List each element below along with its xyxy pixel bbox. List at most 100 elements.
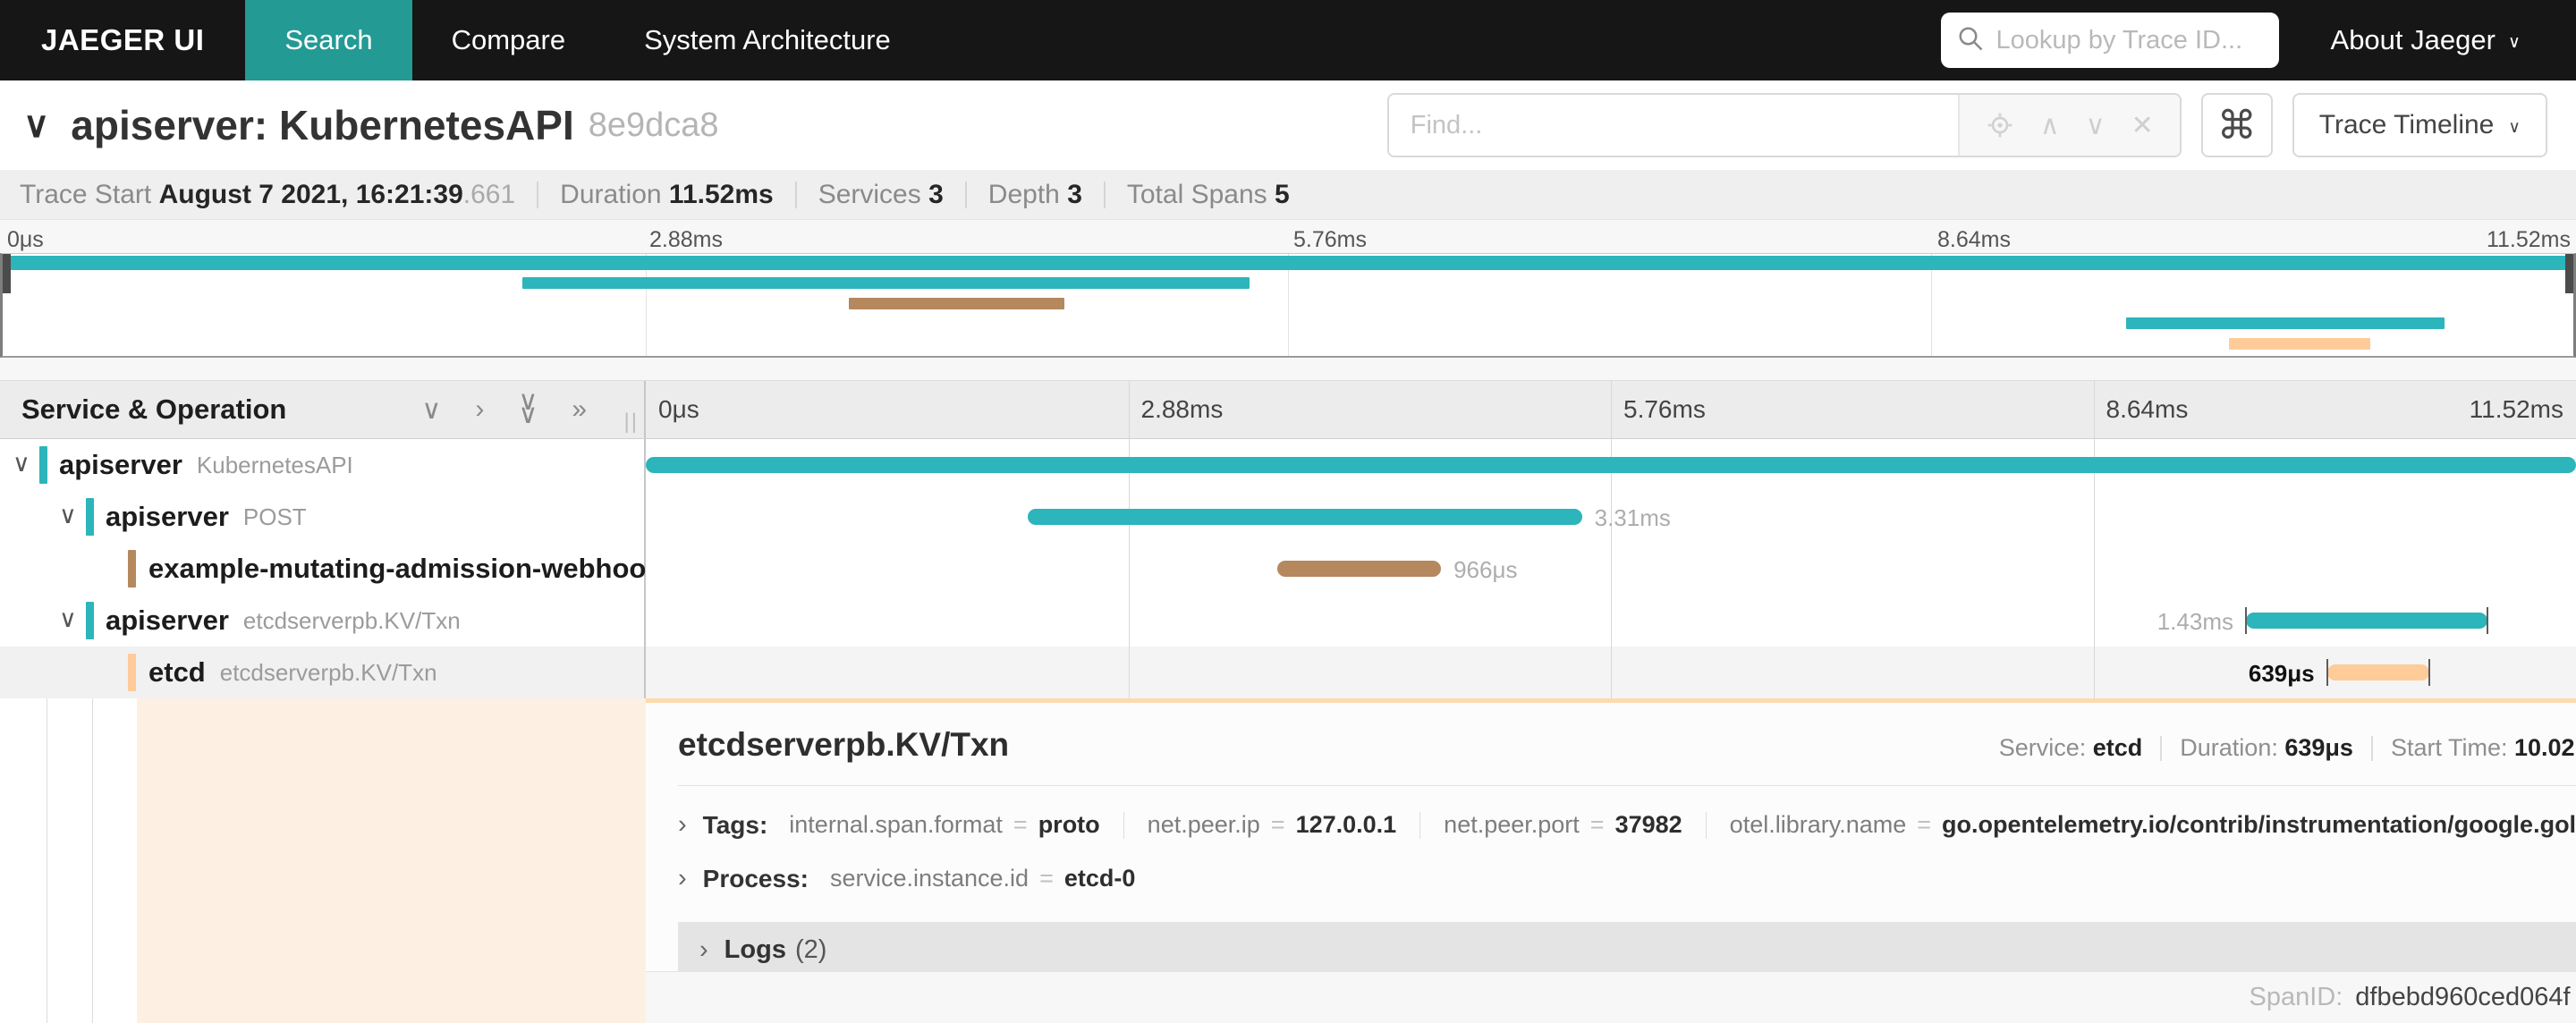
expand-one-icon[interactable]: › — [475, 394, 484, 425]
collapse-all-icon[interactable]: ∨ ∨ — [518, 388, 538, 428]
tag-item: net.peer.ip = 127.0.0.1 — [1148, 811, 1397, 839]
minimap-right-scrubber[interactable] — [2565, 254, 2573, 293]
trace-start-fraction: .661 — [462, 179, 516, 209]
span-name-cell[interactable]: ∨ apiserver KubernetesAPI — [0, 439, 646, 491]
depth-value: 3 — [1067, 179, 1082, 209]
span-bar[interactable] — [646, 457, 2576, 473]
span-duration-label: 639μs — [2248, 660, 2315, 687]
timeline-header-row: Service & Operation ∨ › ∨ ∨ » || 0μs 2.88… — [0, 380, 2576, 439]
minimap-tick: 8.64ms — [1937, 227, 2011, 252]
minimap-tick: 11.52ms — [2486, 227, 2571, 252]
selected-span-color-bar — [128, 698, 137, 1023]
span-bar[interactable] — [2326, 664, 2429, 681]
equals-sign: = — [1039, 865, 1054, 892]
span-color-marker — [128, 654, 136, 691]
trace-id: 8e9dca8 — [588, 106, 719, 144]
minimap-tick-labels: 0μs 2.88ms 5.76ms 8.64ms 11.52ms — [0, 220, 2576, 253]
span-row-etcd-txn-selected[interactable]: etcd etcdserverpb.KV/Txn 639μs — [0, 647, 2576, 698]
timeline-minimap: 0μs 2.88ms 5.76ms 8.64ms 11.52ms — [0, 220, 2576, 380]
chevron-right-icon: › — [699, 934, 708, 964]
find-clear-icon[interactable]: ✕ — [2131, 110, 2154, 141]
span-name-cell[interactable]: etcd etcdserverpb.KV/Txn — [0, 647, 646, 698]
span-name-cell[interactable]: example-mutating-admission-webhook... — [0, 543, 684, 595]
tag-value: go.opentelemetry.io/contrib/instrumentat… — [1942, 811, 2576, 838]
span-bar[interactable] — [2245, 613, 2487, 629]
trace-lookup-box[interactable] — [1940, 13, 2279, 68]
span-row-apiserver-etcd-txn[interactable]: ∨ apiserver etcdserverpb.KV/Txn 1.43ms — [0, 595, 2576, 647]
span-detail-footer: SpanID: dfbebd960ced064f — [646, 971, 2576, 1023]
ruler-tick: 0μs — [658, 395, 699, 423]
find-input[interactable] — [1388, 95, 1958, 156]
tag-value: 37982 — [1614, 811, 1682, 838]
span-duration-label: 3.31ms — [1594, 504, 1671, 531]
tags-accordion[interactable]: › Tags: internal.span.format = proto net… — [678, 810, 2576, 840]
divider — [2160, 735, 2163, 761]
divider — [964, 181, 967, 208]
logs-accordion[interactable]: › Logs (2) — [678, 922, 2576, 977]
trace-lookup-input[interactable] — [1996, 25, 2263, 55]
nav-item-search[interactable]: Search — [245, 0, 412, 80]
minimap-tick: 2.88ms — [649, 227, 723, 252]
span-bar-cell[interactable]: 639μs — [646, 647, 2576, 698]
minimap-span-bar — [848, 298, 1064, 309]
span-bar[interactable] — [1028, 509, 1582, 525]
nav-item-system-architecture[interactable]: System Architecture — [605, 0, 930, 80]
logs-count: (2) — [794, 934, 827, 964]
ruler-tick: 11.52ms — [2469, 395, 2563, 423]
trace-start-value: August 7 2021, 16:21:39 — [158, 179, 463, 209]
selected-span-tint — [137, 698, 646, 1023]
ruler-tick: 8.64ms — [2106, 395, 2189, 423]
depth-label: Depth — [987, 179, 1060, 209]
span-duration-label: 1.43ms — [2157, 608, 2233, 635]
span-name-cell[interactable]: ∨ apiserver POST — [0, 491, 646, 543]
span-bar-cell[interactable] — [646, 439, 2576, 491]
minimap-span-bar — [2228, 338, 2370, 350]
ruler-gridline — [1611, 381, 1612, 438]
tag-item: otel.library.name = go.opentelemetry.io/… — [1730, 811, 2576, 839]
trace-view-selector[interactable]: Trace Timeline ∨ — [2292, 93, 2547, 157]
collapse-children-icon[interactable]: ∨ — [59, 502, 77, 529]
expand-all-icon[interactable]: » — [572, 394, 587, 425]
span-bar-cell[interactable]: 3.31ms — [646, 491, 2576, 543]
minimap-canvas[interactable] — [0, 253, 2576, 358]
span-name-cell[interactable]: ∨ apiserver etcdserverpb.KV/Txn — [0, 595, 646, 647]
span-bar-cell[interactable]: 1.43ms — [646, 595, 2576, 647]
span-bar[interactable] — [1276, 561, 1442, 577]
keyboard-shortcuts-button[interactable]: ⌘ — [2200, 93, 2273, 157]
about-jaeger-menu[interactable]: About Jaeger ∨ — [2331, 0, 2521, 80]
divider — [678, 785, 2576, 786]
operation-name: POST — [242, 503, 307, 530]
minimap-left-scrubber[interactable] — [3, 254, 11, 293]
collapse-trace-icon[interactable]: ∨ — [23, 105, 49, 146]
span-bar-cell[interactable]: 966μs — [646, 543, 2576, 595]
duration-value: 11.52ms — [668, 179, 774, 209]
span-detail-row: etcdserverpb.KV/Txn Service: etcd Durati… — [0, 698, 2576, 1023]
span-detail-header: etcdserverpb.KV/Txn Service: etcd Durati… — [678, 726, 2576, 764]
column-resizer-handle[interactable]: || — [624, 410, 639, 435]
chevron-down-icon: ∨ — [2507, 33, 2521, 52]
span-row-webhook[interactable]: example-mutating-admission-webhook... 96… — [0, 543, 2576, 595]
find-prev-icon[interactable]: ∧ — [2040, 110, 2060, 141]
service-operation-title: Service & Operation — [21, 393, 287, 425]
divider — [1123, 811, 1124, 839]
divider — [2370, 735, 2373, 761]
locate-icon[interactable] — [1986, 111, 2014, 140]
tag-value: proto — [1038, 811, 1100, 838]
equals-sign: = — [1013, 811, 1028, 838]
jaeger-logo: JAEGER UI — [41, 23, 205, 56]
chevron-right-icon: › — [678, 810, 687, 839]
find-next-icon[interactable]: ∨ — [2086, 110, 2106, 141]
services-value: 3 — [928, 179, 944, 209]
tree-guide-line — [92, 698, 93, 1023]
span-row-apiserver-post[interactable]: ∨ apiserver POST 3.31ms — [0, 491, 2576, 543]
collapse-one-icon[interactable]: ∨ — [421, 394, 441, 426]
process-accordion[interactable]: › Process: service.instance.id = etcd-0 — [678, 864, 2576, 893]
nav-item-compare[interactable]: Compare — [412, 0, 606, 80]
collapse-children-icon[interactable]: ∨ — [59, 605, 77, 633]
span-color-marker — [86, 498, 94, 536]
span-row-apiserver-kubernetesapi[interactable]: ∨ apiserver KubernetesAPI — [0, 439, 2576, 491]
tag-key: net.peer.ip — [1147, 811, 1260, 838]
collapse-children-icon[interactable]: ∨ — [13, 450, 30, 478]
duration-label: Duration: — [2180, 734, 2278, 761]
span-boundary-tick — [2428, 659, 2430, 686]
